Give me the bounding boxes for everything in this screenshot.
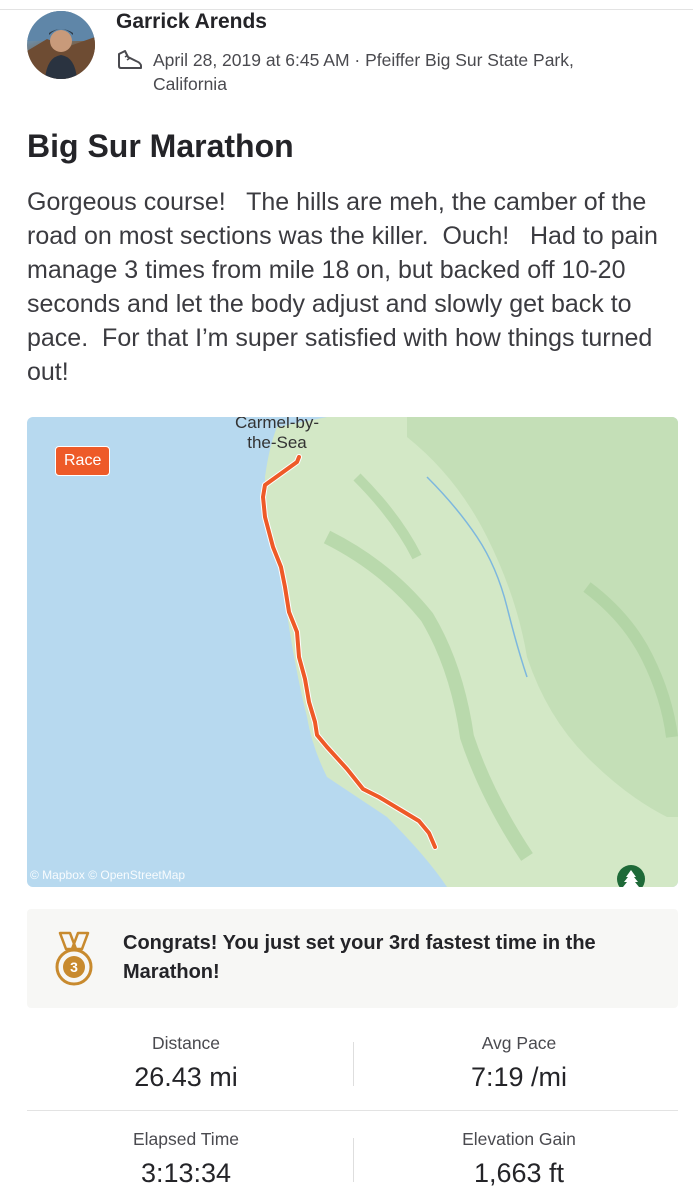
stat-avg-pace: Avg Pace 7:19 /mi xyxy=(369,1033,669,1093)
stat-divider xyxy=(353,1042,354,1086)
stat-elevation-gain: Elevation Gain 1,663 ft xyxy=(369,1129,669,1189)
stat-value: 1,663 ft xyxy=(473,1158,565,1188)
stat-label: Elevation Gain xyxy=(462,1129,576,1149)
athlete-name[interactable]: Garrick Arends xyxy=(116,10,267,34)
stat-label: Avg Pace xyxy=(481,1033,557,1053)
stat-label: Elapsed Time xyxy=(132,1129,240,1149)
stat-value: 7:19 /mi xyxy=(470,1062,568,1092)
achievement-text: Congrats! You just set your 3rd fastest … xyxy=(123,932,596,983)
route-map[interactable]: Carmel-by- the-Sea Race © Mapbox © OpenS… xyxy=(27,417,678,887)
place-label-line2: the-Sea xyxy=(247,433,307,452)
activity-description: Gorgeous course! The hills are meh, the … xyxy=(27,188,665,386)
run-shoe-icon xyxy=(118,50,142,69)
top-divider xyxy=(0,0,693,10)
stat-value: 3:13:34 xyxy=(140,1158,232,1188)
activity-title[interactable]: Big Sur Marathon xyxy=(27,128,294,165)
map-place-label: Carmel-by- the-Sea xyxy=(227,417,327,453)
avatar xyxy=(27,11,95,79)
stat-label: Distance xyxy=(151,1033,221,1053)
stat-elapsed-time: Elapsed Time 3:13:34 xyxy=(36,1129,336,1189)
race-badge: Race xyxy=(55,446,111,476)
place-label-line1: Carmel-by- xyxy=(234,417,320,432)
tree-icon xyxy=(617,865,645,887)
activity-date-location: April 28, 2019 at 6:45 AM · Pfeiffer Big… xyxy=(153,50,574,94)
svg-text:3: 3 xyxy=(70,959,78,975)
map-graphic xyxy=(260,417,678,887)
stat-divider xyxy=(353,1138,354,1182)
medal-3-icon: 3 xyxy=(55,931,93,986)
stats-row-divider xyxy=(27,1110,678,1111)
stat-distance: Distance 26.43 mi xyxy=(36,1033,336,1093)
stat-value: 26.43 mi xyxy=(134,1062,238,1092)
map-attribution[interactable]: © Mapbox © OpenStreetMap xyxy=(30,868,185,882)
achievement-banner[interactable]: 3 Congrats! You just set your 3rd fastes… xyxy=(27,909,678,1008)
athlete-avatar[interactable] xyxy=(27,11,97,81)
